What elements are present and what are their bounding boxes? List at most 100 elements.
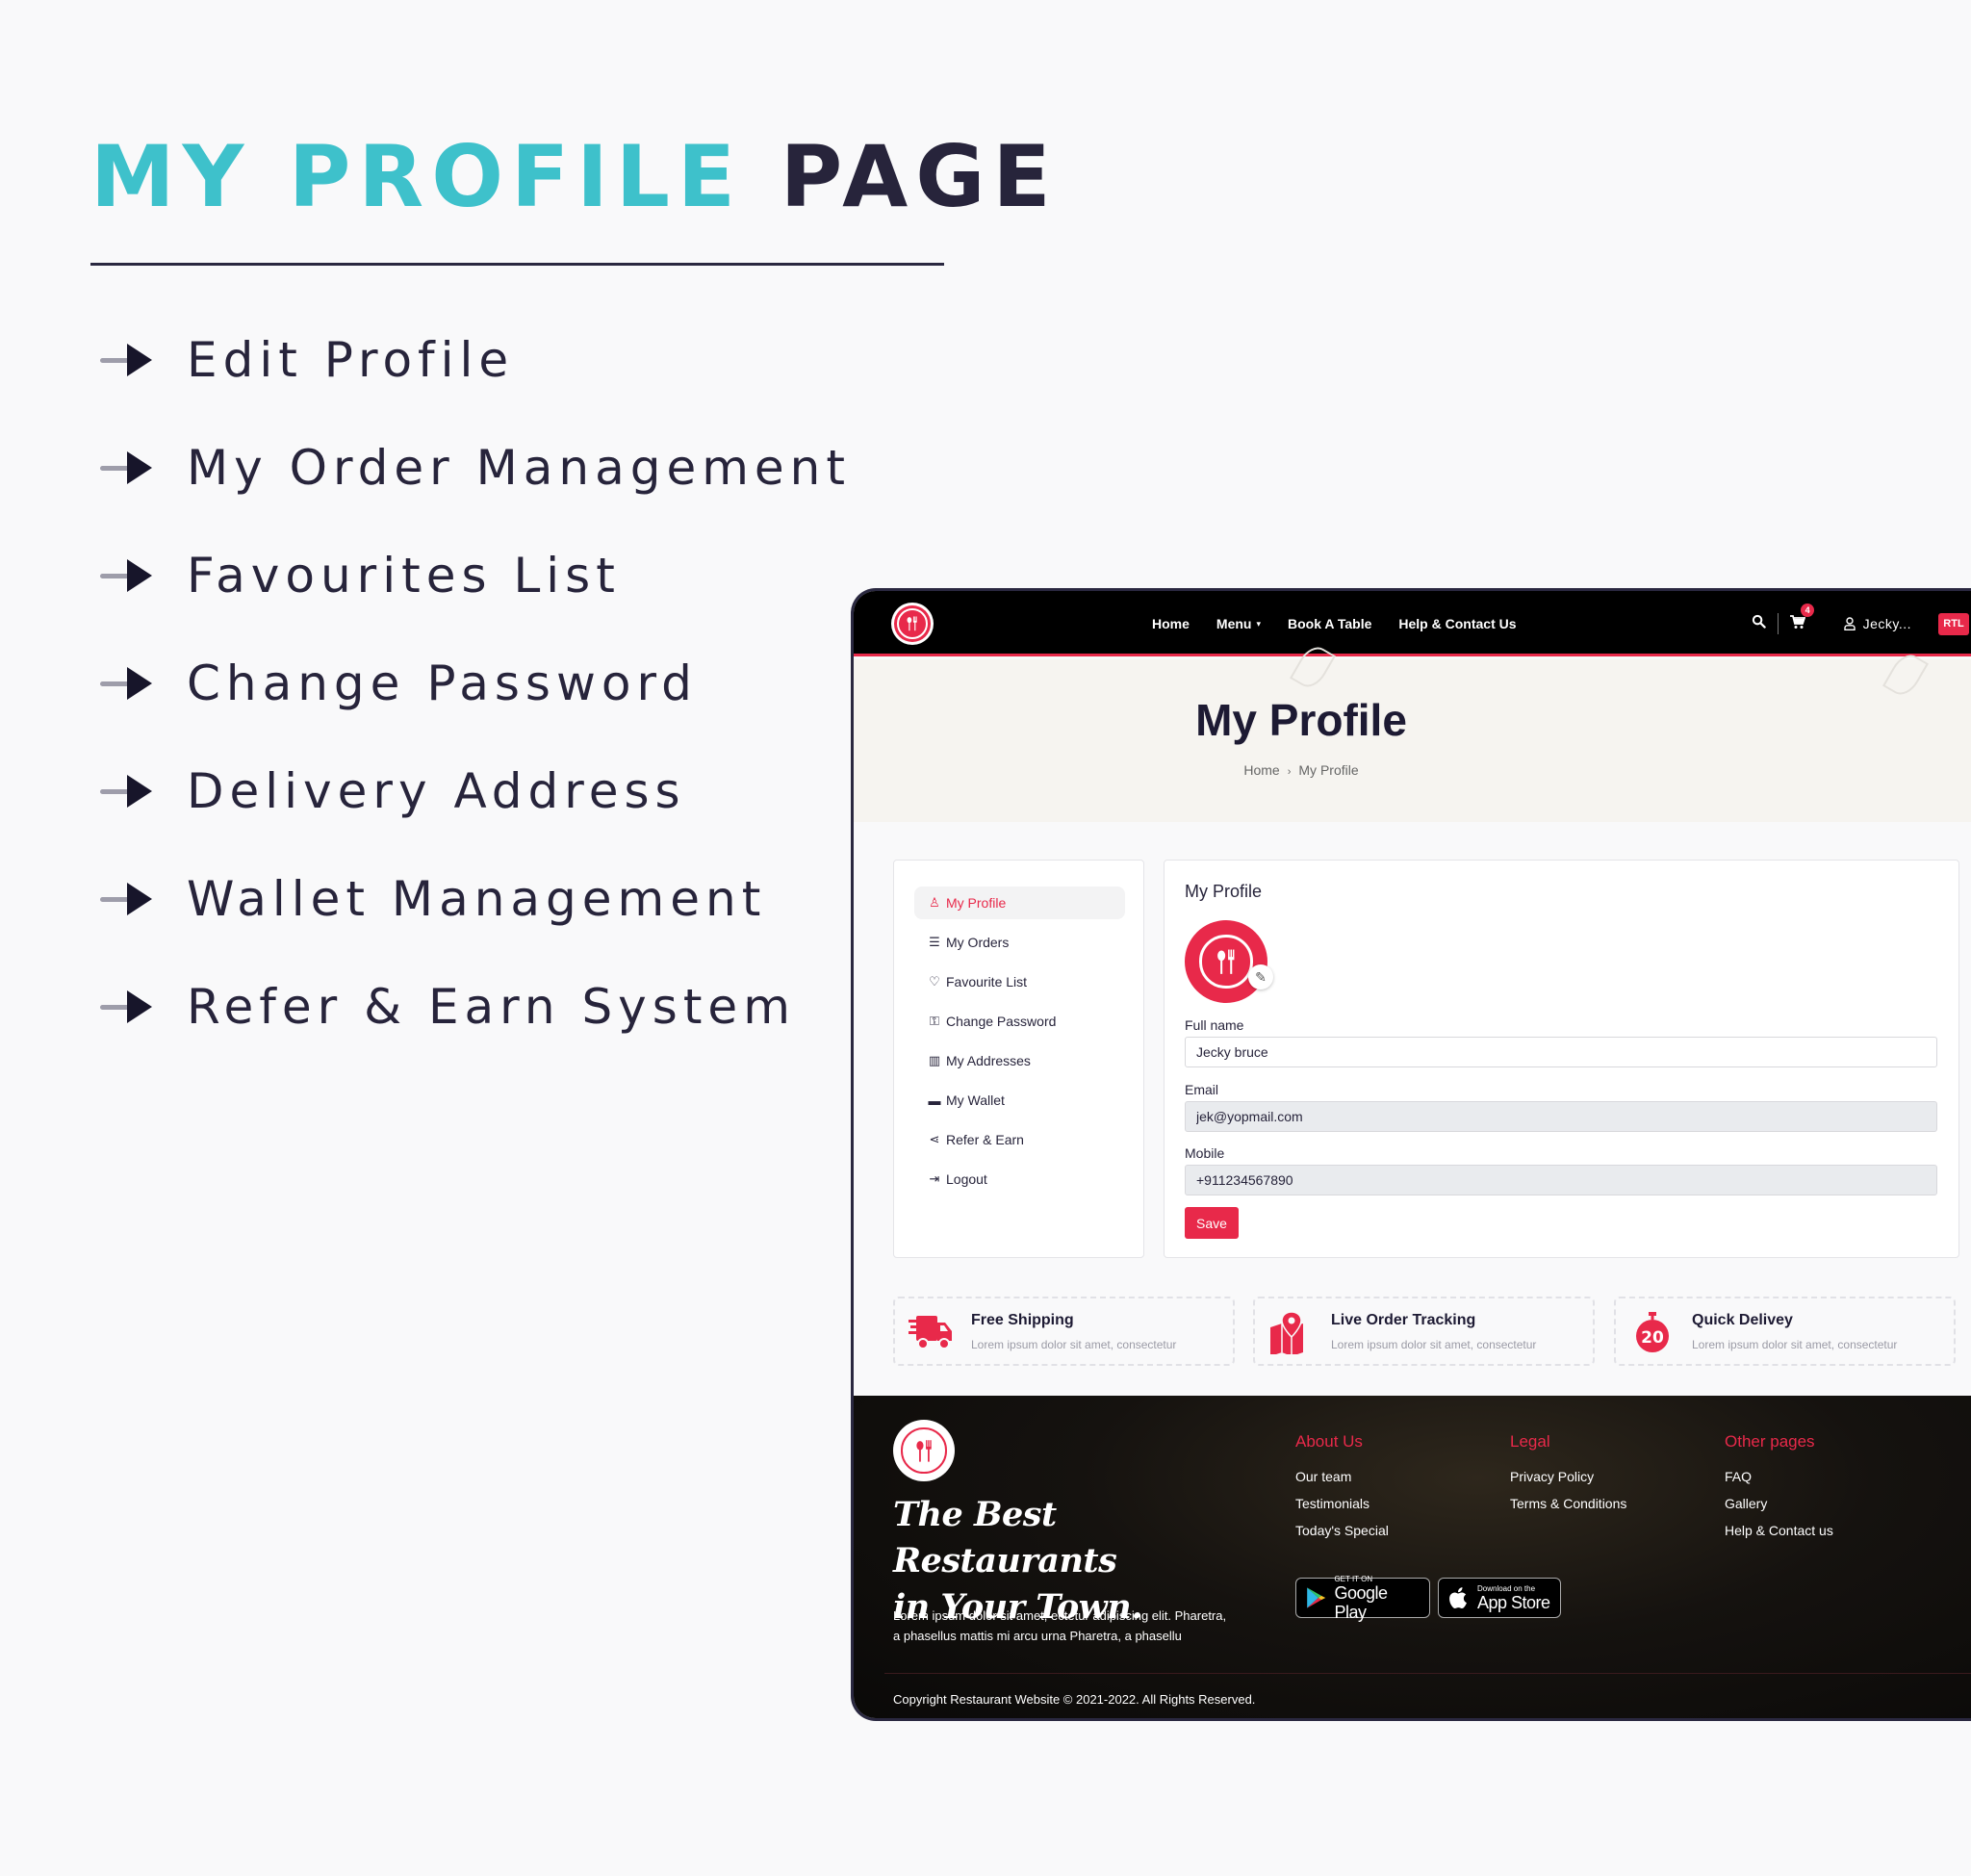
cart-count-badge: 4 [1801,603,1815,617]
feature-list-item: Delivery Address [96,737,851,845]
map-pin-icon [1270,1312,1303,1354]
account-sidebar: ♙ My Profile ☰ My Orders ♡ Favourite List ⚿… [893,860,1144,1258]
breadcrumb: Home › My Profile [854,762,1749,778]
edit-avatar-button[interactable]: ✎ [1248,964,1273,989]
cart-button[interactable]: 4 [1790,603,1815,633]
footer-link-faq[interactable]: FAQ [1725,1469,1833,1496]
sidebar-item-label: My Wallet [946,1092,1005,1108]
feature-title: Free Shipping [971,1312,1074,1328]
sidebar-item-label: My Orders [946,935,1010,950]
promo-title-accent: MY PROFILE [90,127,744,226]
nav-links: Home Menu ▾ Book A Table Help & Contact U… [1152,591,1517,656]
footer-link-privacy-policy[interactable]: Privacy Policy [1510,1469,1626,1496]
footer-column-other-pages: Other pages FAQ Gallery Help & Contact u… [1725,1432,1833,1550]
sidebar-item-label: Change Password [946,1014,1057,1029]
nav-link-home[interactable]: Home [1152,616,1190,631]
arrow-right-icon [96,667,158,700]
footer-link-terms[interactable]: Terms & Conditions [1510,1496,1626,1523]
sidebar-item-change-password[interactable]: ⚿ Change Password [914,1005,1125,1038]
arrow-right-icon [96,344,158,376]
feature-label: Edit Profile [187,332,515,388]
feature-label: Favourites List [187,548,621,604]
sidebar-item-favourite-list[interactable]: ♡ Favourite List [914,965,1125,998]
feature-list-item: Edit Profile [96,306,851,414]
nav-link-book-table[interactable]: Book A Table [1288,616,1371,631]
footer-tagline-line1: The Best Restaurants [893,1495,1117,1580]
save-button[interactable]: Save [1185,1207,1239,1239]
feature-description: Lorem ipsum dolor sit amet, consectetur [971,1338,1177,1351]
sidebar-item-label: My Addresses [946,1053,1031,1068]
sidebar-item-label: Favourite List [946,974,1028,989]
feature-box-live-tracking: Live Order Tracking Lorem ipsum dolor si… [1253,1297,1595,1366]
feature-label: Wallet Management [187,871,767,927]
app-store-big: App Store [1477,1592,1550,1612]
footer-column-legal: Legal Privacy Policy Terms & Conditions [1510,1432,1626,1523]
footer-link-testimonials[interactable]: Testimonials [1295,1496,1389,1523]
rtl-toggle-button[interactable]: RTL [1938,612,1969,635]
truck-icon [909,1316,952,1349]
feature-list-item: Change Password [96,630,851,737]
sidebar-item-my-wallet[interactable]: ▬ My Wallet [914,1084,1125,1117]
full-name-label: Full name [1185,1017,1244,1033]
site-footer: The Best Restaurants in Your Town. Lorem… [854,1396,1971,1718]
footer-logo[interactable] [893,1420,955,1481]
app-store-small: Download on the [1477,1583,1536,1593]
heart-icon: ♡ [929,974,940,989]
sidebar-item-my-orders[interactable]: ☰ My Orders [914,926,1125,959]
arrow-right-icon [96,990,158,1023]
feature-label: Delivery Address [187,763,686,819]
profile-card: My Profile ✎ Full name Email Mobile Save [1164,860,1959,1258]
sidebar-item-my-addresses[interactable]: ▥ My Addresses [914,1044,1125,1077]
user-icon [1844,616,1862,631]
google-play-button[interactable]: GET IT ON Google Play [1295,1575,1430,1622]
feature-list-item: Favourites List [96,522,851,630]
map-icon: ▥ [928,1053,941,1067]
cart-icon [1790,614,1806,629]
email-input[interactable] [1185,1101,1937,1132]
nav-link-help-contact[interactable]: Help & Contact Us [1398,616,1516,631]
user-icon: ♙ [929,895,940,910]
feature-box-quick-delivery: 20 Quick Delivey Lorem ipsum dolor sit a… [1614,1297,1956,1366]
full-name-input[interactable] [1185,1037,1937,1067]
page-title: My Profile [1195,695,1407,745]
feature-description: Lorem ipsum dolor sit amet, consectetur [1692,1338,1898,1351]
sidebar-item-label: Refer & Earn [946,1132,1024,1147]
promo-divider [90,263,944,266]
feature-label: My Order Management [187,440,851,496]
email-label: Email [1185,1082,1219,1097]
breadcrumb-current: My Profile [1298,762,1359,778]
page-hero: My Profile Home › My Profile [854,641,1971,822]
footer-link-help-contact[interactable]: Help & Contact us [1725,1523,1833,1550]
footer-link-gallery[interactable]: Gallery [1725,1496,1833,1523]
copyright-text: Copyright Restaurant Website © 2021-2022… [893,1692,1256,1707]
feature-title: Live Order Tracking [1331,1312,1476,1328]
arrow-right-icon [96,559,158,592]
leaf-decoration-icon [1882,649,1929,701]
nav-actions: 4 Jecky... RTL [1752,591,1969,656]
arrow-right-icon [96,775,158,808]
feature-list-item: Wallet Management [96,845,851,953]
profile-card-title: My Profile [1185,882,1263,901]
promo-title: MY PROFILE PAGE [90,135,1059,219]
stopwatch-badge: 20 [1641,1328,1664,1348]
footer-link-todays-special[interactable]: Today's Special [1295,1523,1389,1550]
spoon-fork-icon [1216,949,1235,974]
footer-description: Lorem ipsum dolor sit amet, ectetur adip… [893,1608,1227,1643]
app-store-button[interactable]: Download on the App Store [1438,1578,1561,1618]
feature-description: Lorem ipsum dolor sit amet, consectetur [1331,1338,1537,1351]
restaurant-logo[interactable] [891,603,934,645]
sidebar-item-logout[interactable]: ⇥ Logout [914,1163,1125,1195]
key-icon: ⚿ [930,1014,939,1028]
sidebar-item-refer-earn[interactable]: ⋖ Refer & Earn [914,1123,1125,1156]
breadcrumb-separator-icon: › [1287,766,1292,778]
nav-link-menu[interactable]: Menu ▾ [1216,616,1261,631]
feature-list-item: My Order Management [96,414,851,522]
search-icon[interactable] [1752,614,1766,633]
mobile-input[interactable] [1185,1165,1937,1195]
sidebar-item-my-profile[interactable]: ♙ My Profile [914,887,1125,919]
arrow-right-icon [96,451,158,484]
website-screenshot-window: Home Menu ▾ Book A Table Help & Contact U… [851,588,1971,1721]
footer-link-our-team[interactable]: Our team [1295,1469,1389,1496]
user-menu[interactable]: Jecky... [1844,616,1911,631]
breadcrumb-home[interactable]: Home [1243,762,1279,778]
